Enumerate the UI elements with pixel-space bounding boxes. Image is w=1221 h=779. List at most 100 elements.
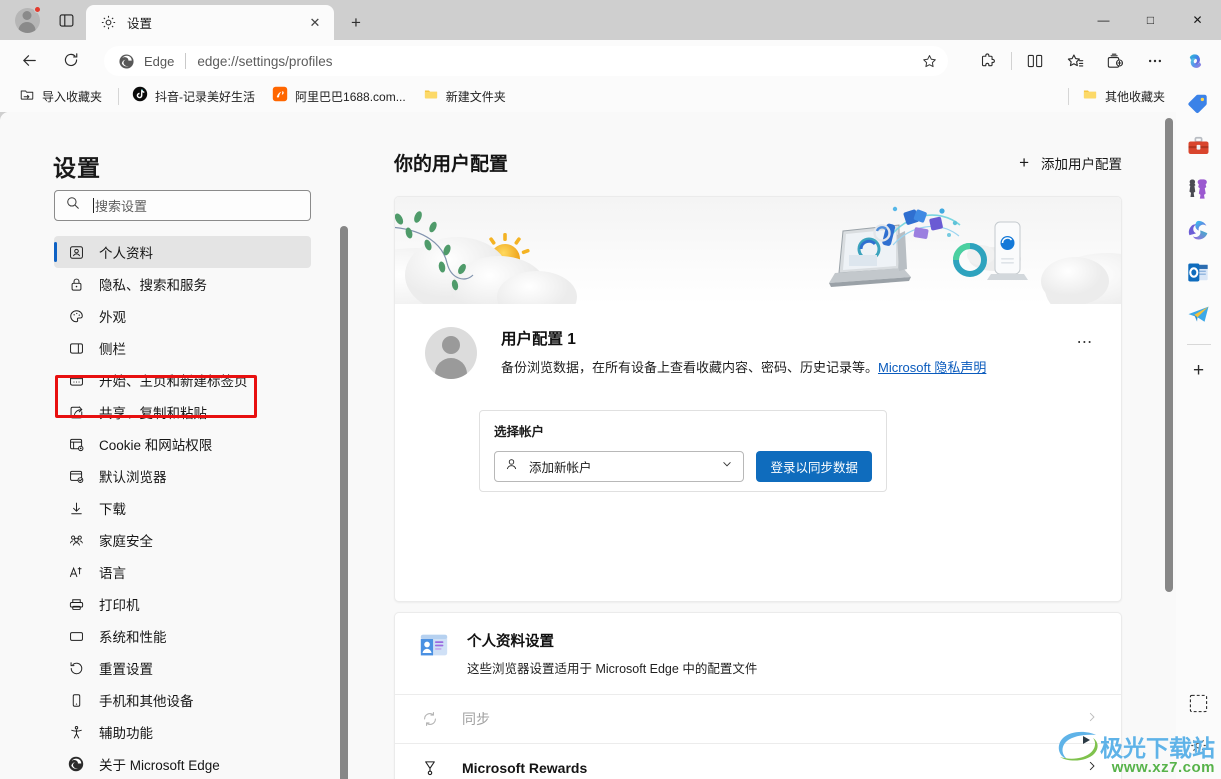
copilot-icon[interactable]: [1179, 46, 1211, 76]
bookmarks-bar: 导入收藏夹 抖音-记录美好生活 阿里巴巴1688.com... 新建文件夹 其他…: [0, 80, 1221, 112]
add-sidebar-app-button[interactable]: +: [1183, 355, 1215, 387]
star-icon[interactable]: [916, 48, 942, 74]
sidebar-scrollbar[interactable]: [340, 226, 348, 779]
sidebar-item-languages[interactable]: 语言: [54, 556, 311, 588]
sidebar-item-label: 手机和其他设备: [99, 694, 194, 709]
bookmarks-divider-right: [1067, 87, 1069, 105]
bookmark-import-favorites[interactable]: 导入收藏夹: [12, 84, 109, 108]
sidebar-item-profile[interactable]: 个人资料: [54, 236, 311, 268]
tools-icon[interactable]: [1183, 130, 1215, 162]
edge-sidebar-bottom: [1176, 687, 1221, 771]
sidebar-icon: [67, 339, 85, 357]
system-icon: [67, 627, 85, 645]
maximize-button[interactable]: □: [1127, 0, 1174, 40]
sidebar-item-downloads[interactable]: 下载: [54, 492, 311, 524]
folder-icon: [423, 86, 439, 107]
games-icon[interactable]: [1183, 172, 1215, 204]
close-window-button[interactable]: ✕: [1174, 0, 1221, 40]
chevron-right-icon: [1085, 759, 1099, 778]
split-screen-icon[interactable]: [1019, 46, 1051, 76]
browser-tab[interactable]: 设置 ✕: [86, 5, 334, 40]
sidebar-item-label: 语言: [99, 566, 126, 581]
sidebar-item-system[interactable]: 系统和性能: [54, 620, 311, 652]
more-icon[interactable]: [1139, 46, 1171, 76]
profile-more-options-button[interactable]: ⋯: [1071, 329, 1099, 355]
search-input[interactable]: 搜索设置: [54, 190, 311, 221]
bookmark-label: 其他收藏夹: [1104, 89, 1165, 104]
list-item-sync[interactable]: 同步: [395, 694, 1121, 743]
sidebar-item-accessibility[interactable]: 辅助功能: [54, 716, 311, 748]
main-scrollbar[interactable]: [1162, 112, 1176, 779]
sidebar-item-family[interactable]: 家庭安全: [54, 524, 311, 556]
sidebar-item-label: 系统和性能: [99, 630, 167, 645]
sidebar-item-label: Cookie 和网站权限: [99, 438, 213, 453]
sidebar-item-printers[interactable]: 打印机: [54, 588, 311, 620]
office-icon[interactable]: [1183, 214, 1215, 246]
outlook-icon[interactable]: [1183, 256, 1215, 288]
tab-search-icon[interactable]: [50, 4, 82, 36]
bookmark-new-folder[interactable]: 新建文件夹: [416, 84, 513, 108]
close-icon[interactable]: ✕: [304, 12, 326, 34]
rewards-icon: [420, 758, 440, 778]
bookmark-label: 导入收藏夹: [42, 89, 103, 104]
edge-icon: [118, 53, 135, 70]
telegram-icon[interactable]: [1183, 298, 1215, 330]
sidebar-item-cookies[interactable]: Cookie 和网站权限: [54, 428, 311, 460]
sidebar-item-label: 默认浏览器: [99, 470, 167, 485]
sidebar-item-startpage[interactable]: 开始、主页和新建标签页: [54, 364, 311, 396]
sidebar-divider: [1186, 344, 1211, 345]
main-heading: 你的用户配置: [394, 154, 509, 175]
sidebar-item-about-edge[interactable]: 关于 Microsoft Edge: [54, 748, 311, 779]
profile-avatar-button[interactable]: [10, 3, 44, 37]
search-placeholder: 搜索设置: [95, 199, 148, 214]
sidebar-item-phone[interactable]: 手机和其他设备: [54, 684, 311, 716]
profile-notification-dot: [34, 6, 41, 13]
sidebar-item-privacy[interactable]: 隐私、搜索和服务: [54, 268, 311, 300]
titlebar-left-controls: [0, 0, 82, 40]
sidebar-item-appearance[interactable]: 外观: [54, 300, 311, 332]
sidebar-item-default-browser[interactable]: 默认浏览器: [54, 460, 311, 492]
account-row: 添加新帐户 登录以同步数据: [494, 451, 872, 482]
add-profile-button[interactable]: + 添加用户配置: [1019, 153, 1122, 173]
import-favorites-icon: [19, 86, 35, 107]
settings-gear-icon[interactable]: [1183, 729, 1215, 761]
printer-icon: [67, 595, 85, 613]
sign-in-sync-button[interactable]: 登录以同步数据: [756, 451, 872, 482]
navigation-toolbar: Edge edge://settings/profiles: [0, 40, 1221, 80]
screenshot-icon[interactable]: [1183, 687, 1215, 719]
account-dropdown[interactable]: 添加新帐户: [494, 451, 745, 482]
sidebar-item-share[interactable]: 共享、复制和粘贴: [54, 396, 311, 428]
extensions-icon[interactable]: [972, 46, 1004, 76]
share-icon: [67, 403, 85, 421]
other-favorites[interactable]: 其他收藏夹: [1062, 84, 1175, 108]
privacy-statement-link[interactable]: Microsoft 隐私声明: [878, 360, 986, 375]
bookmark-alibaba[interactable]: 阿里巴巴1688.com...: [265, 84, 413, 108]
sidebar-item-reset[interactable]: 重置设置: [54, 652, 311, 684]
sidebar-item-sidebar[interactable]: 侧栏: [54, 332, 311, 364]
collections-icon[interactable]: [1099, 46, 1131, 76]
back-arrow-icon[interactable]: [12, 45, 46, 75]
minimize-button[interactable]: —: [1080, 0, 1127, 40]
bookmark-other-favorites[interactable]: 其他收藏夹: [1075, 84, 1172, 108]
title-bar: 设置 ✕ + — □ ✕: [0, 0, 1221, 40]
sidebar-scrollbar-thumb[interactable]: [340, 226, 348, 779]
new-tab-button[interactable]: +: [342, 10, 370, 36]
browser-window: 设置 ✕ + — □ ✕ Edge edge://settings/profil…: [0, 0, 1221, 779]
shopping-icon[interactable]: [1183, 88, 1215, 120]
bookmark-douyin[interactable]: 抖音-记录美好生活: [125, 84, 262, 108]
profile-settings-header-text: 个人资料设置 这些浏览器设置适用于 Microsoft Edge 中的配置文件: [467, 630, 757, 677]
favorites-icon[interactable]: [1059, 46, 1091, 76]
avatar: [425, 327, 477, 379]
main-scrollbar-thumb[interactable]: [1165, 118, 1173, 592]
list-item-rewards[interactable]: Microsoft Rewards: [395, 743, 1121, 779]
bookmark-label: 阿里巴巴1688.com...: [295, 89, 406, 104]
sidebar-item-label: 重置设置: [99, 662, 153, 677]
add-profile-label: 添加用户配置: [1041, 156, 1122, 172]
toolbar-divider: [1011, 52, 1012, 70]
reload-icon[interactable]: [54, 45, 88, 75]
address-bar[interactable]: Edge edge://settings/profiles: [104, 46, 948, 76]
gear-icon: [100, 14, 117, 31]
url-text[interactable]: edge://settings/profiles: [197, 54, 916, 69]
lock-icon: [67, 275, 85, 293]
sidebar-item-label: 侧栏: [99, 342, 126, 357]
